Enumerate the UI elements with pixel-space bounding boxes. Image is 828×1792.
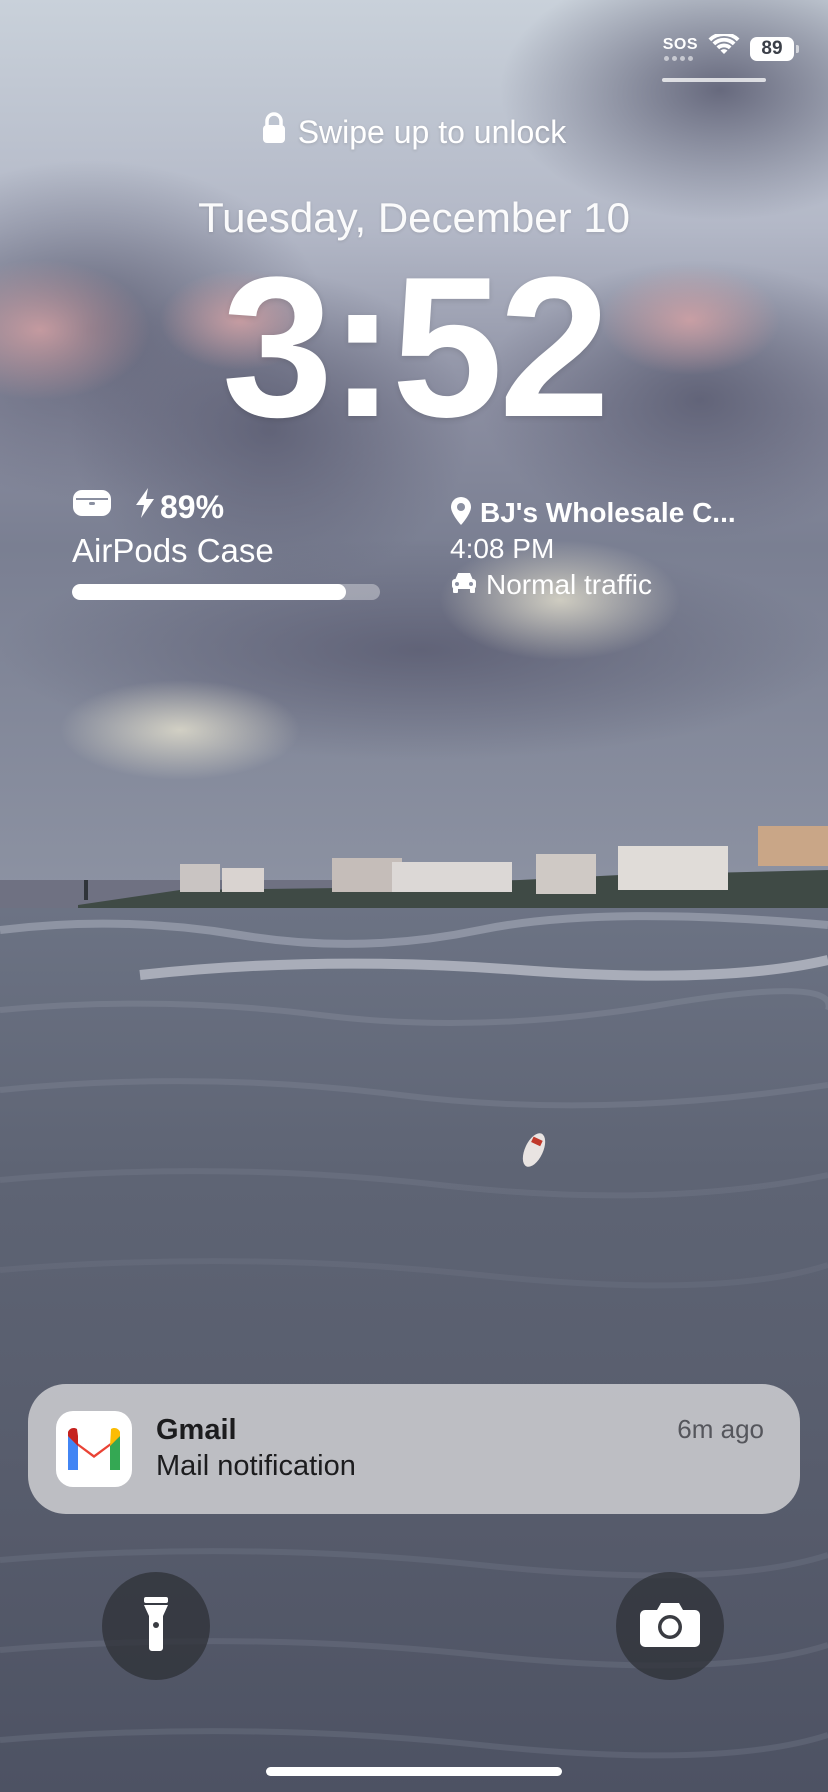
date-label: Tuesday, December 10 bbox=[198, 194, 630, 241]
notification-time: 6m ago bbox=[677, 1414, 764, 1444]
notification-app-name: Gmail bbox=[156, 1414, 237, 1446]
airpods-battery-widget[interactable]: 89% AirPods Case bbox=[72, 487, 380, 600]
maps-eta-widget[interactable]: BJ's Wholesale C... 4:08 PM Normal traff… bbox=[450, 496, 790, 602]
charging-bolt-icon bbox=[134, 487, 156, 527]
sos-label: SOS bbox=[662, 35, 698, 53]
signal-dots bbox=[663, 55, 693, 61]
status-bar: SOS 89 bbox=[662, 32, 799, 63]
maps-destination: BJ's Wholesale C... bbox=[480, 497, 736, 528]
home-indicator[interactable] bbox=[266, 1767, 562, 1776]
lock-screen[interactable]: SOS 89 Swipe up to unlock Tuesday, Decem… bbox=[0, 0, 828, 1792]
wifi-icon bbox=[708, 32, 740, 63]
notification-body: Mail notification bbox=[156, 1450, 356, 1482]
flashlight-icon bbox=[143, 1596, 169, 1657]
airpods-case-icon bbox=[72, 488, 112, 526]
camera-icon bbox=[639, 1600, 701, 1653]
gmail-icon bbox=[56, 1411, 132, 1487]
flashlight-button[interactable] bbox=[102, 1572, 210, 1680]
lock-icon bbox=[262, 112, 286, 152]
airpods-battery-fill bbox=[72, 584, 347, 600]
battery-indicator: 89 bbox=[750, 36, 799, 61]
camera-button[interactable] bbox=[616, 1572, 724, 1680]
unlock-hint-text: Swipe up to unlock bbox=[297, 113, 567, 150]
sos-indicator: SOS bbox=[662, 35, 698, 61]
airpods-battery-percent: 89% bbox=[160, 488, 225, 525]
airpods-device-name: AirPods Case bbox=[72, 532, 274, 569]
unlock-hint: Swipe up to unlock bbox=[0, 112, 828, 152]
status-underline bbox=[662, 78, 766, 82]
car-icon bbox=[450, 569, 478, 601]
maps-eta: 4:08 PM bbox=[450, 533, 555, 564]
maps-traffic-status: Normal traffic bbox=[486, 569, 652, 600]
clock-time: 3:52 bbox=[221, 236, 610, 459]
location-pin-icon bbox=[450, 496, 472, 531]
gmail-notification[interactable]: Gmail Mail notification 6m ago bbox=[28, 1384, 800, 1514]
airpods-battery-bar bbox=[72, 584, 380, 600]
